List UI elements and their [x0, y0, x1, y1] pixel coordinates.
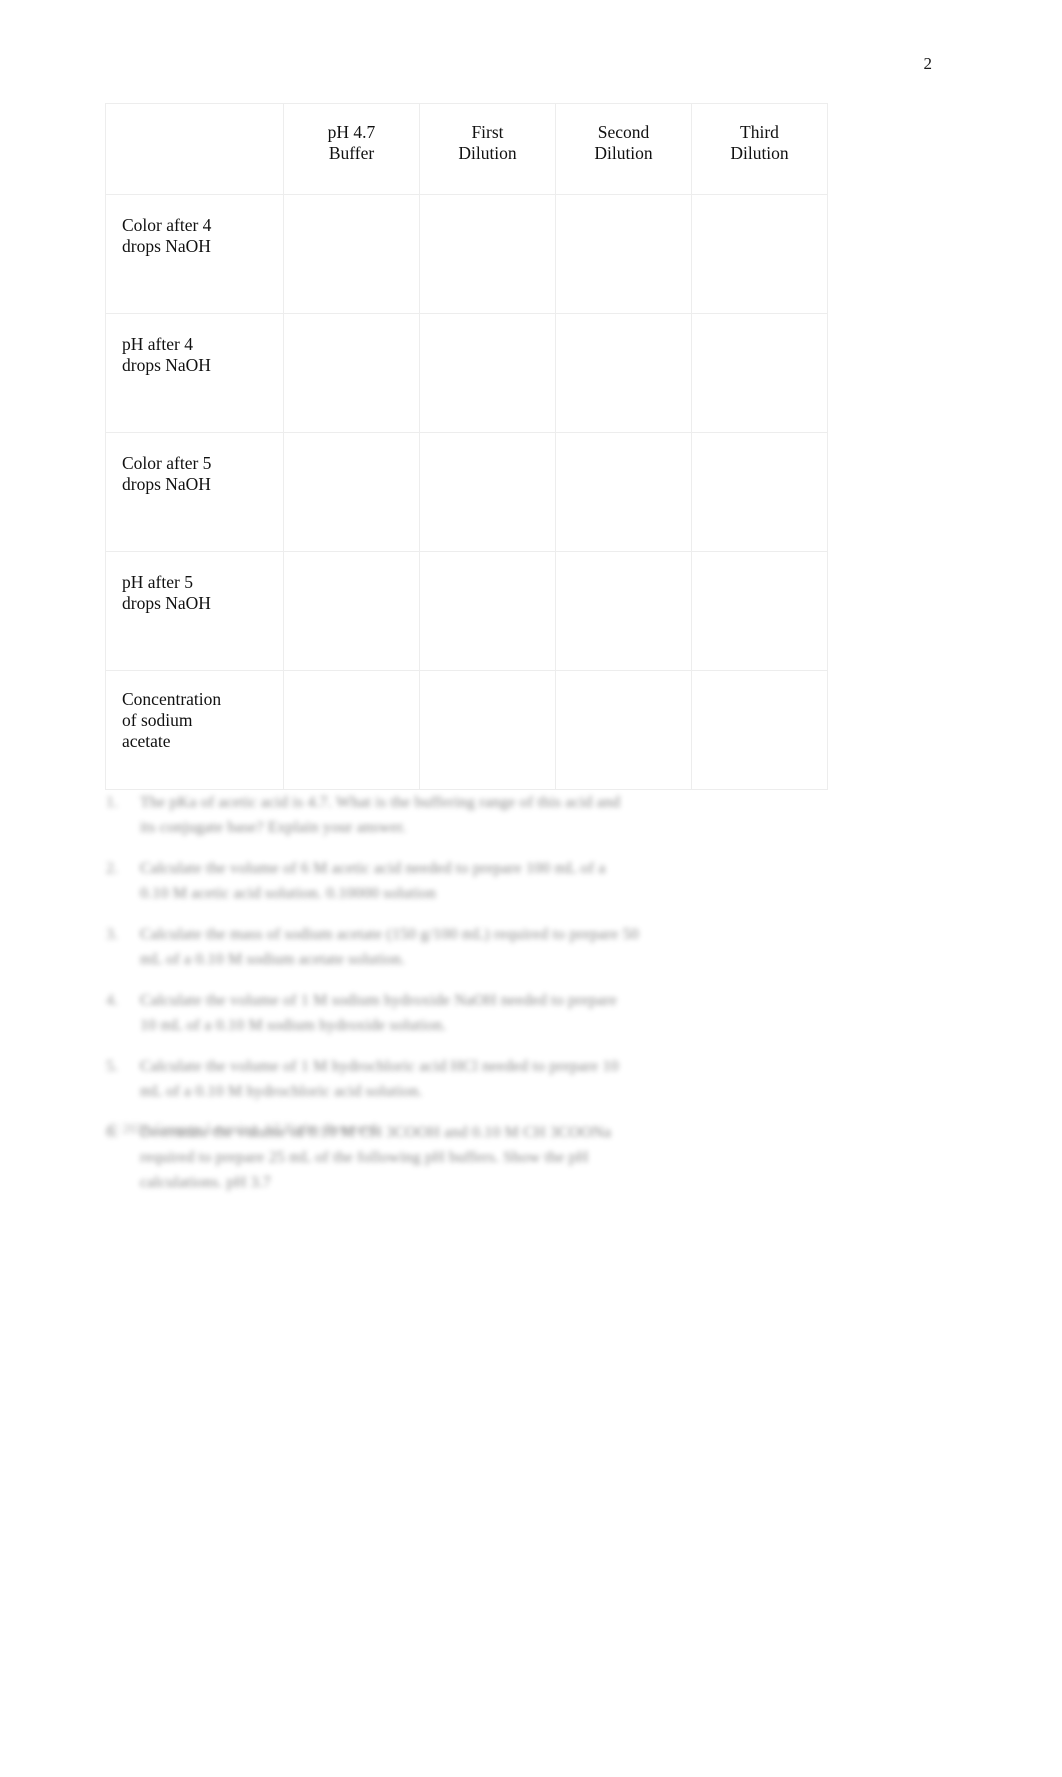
row-label-line: drops NaOH — [122, 355, 211, 375]
cell-conc-third-dilution[interactable] — [691, 670, 828, 790]
question-line: Calculate the volume of 1 M sodium hydro… — [140, 992, 618, 1009]
header-line: Dilution — [458, 143, 517, 163]
header-line: pH 4.7 — [327, 122, 376, 142]
question-line: 0.10 M acetic acid solution. 0.10000 sol… — [140, 885, 437, 902]
lab-data-table-wrapper: pH 4.7 Buffer First Dilution Second Dilu… — [105, 103, 828, 790]
cell-ph4-third-dilution[interactable] — [691, 313, 828, 433]
question-line: Calculate the mass of sodium acetate (15… — [140, 926, 639, 943]
list-item: 1. The pKa of acetic acid is 4.7. What i… — [106, 790, 906, 840]
row-label-concentration-sodium-acetate: Concentration of sodium acetate — [105, 670, 284, 790]
header-line: Third — [740, 122, 779, 142]
document-page: 2 pH 4.7 Buffer First Dilution Second Di… — [0, 0, 1062, 1777]
list-item: 4. Calculate the volume of 1 M sodium hy… — [106, 988, 906, 1038]
question-line: mL of a 0.10 M hydrochloric acid solutio… — [140, 1083, 423, 1100]
page-number: 2 — [923, 54, 933, 73]
table-row: Color after 5 drops NaOH — [105, 432, 828, 552]
question-number: 5. — [106, 1058, 118, 1075]
row-label-color-after-5-drops: Color after 5 drops NaOH — [105, 432, 284, 552]
question-list: 1. The pKa of acetic acid is 4.7. What i… — [106, 790, 906, 1211]
row-label-line: Color after 5 — [122, 453, 212, 473]
cell-color4-third-dilution[interactable] — [691, 194, 828, 314]
header-line: First — [471, 122, 504, 142]
cell-color5-third-dilution[interactable] — [691, 432, 828, 552]
cell-color4-first-dilution[interactable] — [419, 194, 556, 314]
cell-ph5-second-dilution[interactable] — [555, 551, 692, 671]
row-label-line: pH after 4 — [122, 334, 193, 354]
row-label-line: of sodium — [122, 710, 193, 730]
cell-conc-first-dilution[interactable] — [419, 670, 556, 790]
question-number: 2. — [106, 860, 118, 877]
question-number: 3. — [106, 926, 118, 943]
row-label-line: drops NaOH — [122, 474, 211, 494]
header-line: Buffer — [328, 143, 375, 163]
row-label-line: Color after 4 — [122, 215, 212, 235]
cell-ph5-ph47-buffer[interactable] — [283, 551, 420, 671]
cell-color5-first-dilution[interactable] — [419, 432, 556, 552]
cell-color5-ph47-buffer[interactable] — [283, 432, 420, 552]
list-item: 2. Calculate the volume of 6 M acetic ac… — [106, 856, 906, 906]
table-header-first-dilution: First Dilution — [419, 103, 556, 195]
list-item: 3. Calculate the mass of sodium acetate … — [106, 922, 906, 972]
cell-color5-second-dilution[interactable] — [555, 432, 692, 552]
lab-data-table: pH 4.7 Buffer First Dilution Second Dilu… — [105, 103, 828, 790]
row-label-ph-after-5-drops: pH after 5 drops NaOH — [105, 551, 284, 671]
cell-ph4-first-dilution[interactable] — [419, 313, 556, 433]
question-line: Calculate the volume of 6 M acetic acid … — [140, 860, 606, 877]
cell-ph4-second-dilution[interactable] — [555, 313, 692, 433]
question-line: The pKa of acetic acid is 4.7. What is t… — [140, 794, 621, 811]
cell-color4-ph47-buffer[interactable] — [283, 194, 420, 314]
question-line: calculations. pH 3.7 — [140, 1174, 271, 1191]
row-label-line: drops NaOH — [122, 593, 211, 613]
table-row: pH after 5 drops NaOH — [105, 551, 828, 671]
question-line: mL of a 0.10 M sodium acetate solution. — [140, 951, 406, 968]
cell-ph4-ph47-buffer[interactable] — [283, 313, 420, 433]
row-label-color-after-4-drops: Color after 4 drops NaOH — [105, 194, 284, 314]
row-label-line: drops NaOH — [122, 236, 211, 256]
question-line: 10 mL of a 0.10 M sodium hydroxide solut… — [140, 1017, 447, 1034]
row-label-ph-after-4-drops: pH after 4 drops NaOH — [105, 313, 284, 433]
table-row: Concentration of sodium acetate — [105, 670, 828, 790]
table-header-third-dilution: Third Dilution — [691, 103, 828, 195]
row-label-line: Concentration — [122, 689, 222, 709]
question-line: required to prepare 25 mL of the followi… — [140, 1149, 589, 1166]
list-item: 5. Calculate the volume of 1 M hydrochlo… — [106, 1054, 906, 1104]
question-text: Calculate the volume of 1 M sodium hydro… — [140, 988, 906, 1038]
header-line: Dilution — [730, 143, 789, 163]
row-label-line: pH after 5 — [122, 572, 193, 592]
question-line: Calculate the volume of 1 M hydrochloric… — [140, 1058, 619, 1075]
row-label-line: acetate — [122, 731, 171, 751]
table-row: pH after 4 drops NaOH — [105, 313, 828, 433]
table-header-ph47-buffer: pH 4.7 Buffer — [283, 103, 420, 195]
question-text: Calculate the volume of 1 M hydrochloric… — [140, 1054, 906, 1104]
table-header-second-dilution: Second Dilution — [555, 103, 692, 195]
cell-ph5-third-dilution[interactable] — [691, 551, 828, 671]
question-number: 1. — [106, 794, 118, 811]
table-row: Color after 4 drops NaOH — [105, 194, 828, 314]
header-line: Dilution — [594, 143, 653, 163]
question-text: Calculate the volume of 6 M acetic acid … — [140, 856, 906, 906]
question-text: Calculate the mass of sodium acetate (15… — [140, 922, 906, 972]
header-line: Second — [597, 122, 650, 142]
cell-conc-ph47-buffer[interactable] — [283, 670, 420, 790]
table-header-row: pH 4.7 Buffer First Dilution Second Dilu… — [105, 103, 828, 195]
question-line: its conjugate base? Explain your answer. — [140, 819, 407, 836]
cell-conc-second-dilution[interactable] — [555, 670, 692, 790]
cell-color4-second-dilution[interactable] — [555, 194, 692, 314]
question-text: The pKa of acetic acid is 4.7. What is t… — [140, 790, 906, 840]
question-number: 4. — [106, 992, 118, 1009]
cell-ph5-first-dilution[interactable] — [419, 551, 556, 671]
table-header-blank — [105, 103, 284, 195]
footer-copyright: © 2021 Cengage Learning. All Rights Rese… — [108, 1122, 380, 1137]
